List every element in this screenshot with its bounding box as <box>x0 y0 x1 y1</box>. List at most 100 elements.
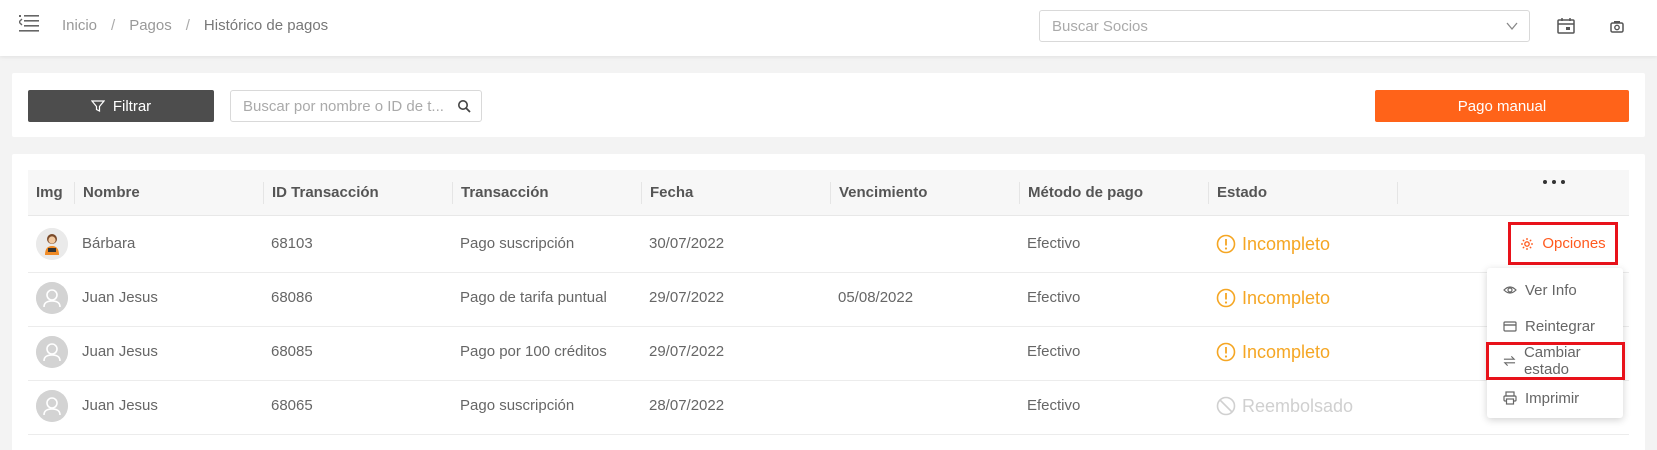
avatar <box>36 282 68 314</box>
breadcrumb: Inicio / Pagos / Histórico de pagos <box>62 17 328 34</box>
filter-button-label: Filtrar <box>112 97 152 115</box>
gear-icon <box>1521 237 1534 250</box>
breadcrumb-current: Histórico de pagos <box>203 17 329 34</box>
cell-transaction-id: 68085 <box>271 343 313 360</box>
status-label: Incompleto <box>1242 287 1331 308</box>
options-button-label: Opciones <box>1542 235 1606 252</box>
table-header: Img Nombre ID Transacción Transacción Fe… <box>28 170 1629 216</box>
avatar <box>36 336 68 368</box>
calendar-icon[interactable] <box>1556 16 1576 36</box>
status-badge: Incompleto <box>1216 216 1330 272</box>
column-divider <box>263 182 264 204</box>
status-badge: Incompleto <box>1216 324 1330 380</box>
user-placeholder-icon <box>36 390 68 422</box>
avatar <box>36 228 68 260</box>
cell-date: 30/07/2022 <box>649 235 725 252</box>
cell-transaction: Pago de tarifa puntual <box>460 289 607 306</box>
avatar <box>36 390 68 422</box>
cell-payment-method: Efectivo <box>1027 343 1081 360</box>
status-badge: Incompleto <box>1216 270 1330 326</box>
column-header-transaction[interactable]: Transacción <box>461 170 549 216</box>
warning-circle-icon <box>1216 342 1236 362</box>
cell-date: 29/07/2022 <box>649 289 725 306</box>
cell-date: 29/07/2022 <box>649 343 725 360</box>
camera-icon[interactable] <box>1607 16 1627 36</box>
column-divider <box>1208 182 1209 204</box>
eye-icon <box>1503 286 1517 294</box>
cell-transaction-id: 68103 <box>271 235 313 252</box>
user-photo-icon <box>36 228 68 260</box>
column-divider <box>74 182 75 204</box>
status-label: Reembolsado <box>1242 395 1354 416</box>
warning-circle-icon <box>1216 288 1236 308</box>
cell-transaction: Pago suscripción <box>460 235 575 252</box>
cell-payment-method: Efectivo <box>1027 289 1081 306</box>
breadcrumb-separator: / <box>185 17 190 34</box>
column-divider <box>641 182 642 204</box>
column-divider <box>1019 182 1020 204</box>
breadcrumb-home[interactable]: Inicio <box>62 17 97 34</box>
menu-item-refund[interactable]: Reintegrar <box>1487 308 1623 344</box>
column-header-status[interactable]: Estado <box>1217 170 1267 216</box>
transaction-search-input[interactable] <box>231 91 453 121</box>
menu-item-label: Ver Info <box>1525 281 1577 299</box>
column-divider <box>830 182 831 204</box>
status-label: Incompleto <box>1242 233 1331 254</box>
table-row[interactable]: Bárbara 68103 Pago suscripción 30/07/202… <box>28 216 1629 273</box>
cell-name: Juan Jesus <box>82 343 158 360</box>
cell-transaction: Pago suscripción <box>460 397 575 414</box>
cell-date: 28/07/2022 <box>649 397 725 414</box>
menu-collapse-icon[interactable] <box>19 14 39 32</box>
cell-payment-method: Efectivo <box>1027 397 1081 414</box>
row-actions-menu: Ver Info Reintegrar Cambiar estado Impri… <box>1486 268 1625 418</box>
status-badge: Reembolsado <box>1216 378 1353 434</box>
swap-arrows-icon <box>1503 355 1516 367</box>
ban-icon <box>1216 396 1236 416</box>
column-header-img: Img <box>36 184 63 201</box>
cell-transaction-id: 68086 <box>271 289 313 306</box>
cell-name: Juan Jesus <box>82 397 158 414</box>
search-icon[interactable] <box>457 99 471 113</box>
chevron-down-icon[interactable] <box>1505 19 1519 33</box>
breadcrumb-separator: / <box>111 17 116 34</box>
menu-item-print[interactable]: Imprimir <box>1487 380 1623 416</box>
more-options-icon[interactable] <box>1540 178 1568 186</box>
filter-icon <box>90 100 105 112</box>
warning-circle-icon <box>1216 234 1236 254</box>
column-header-payment-method[interactable]: Método de pago <box>1028 170 1143 216</box>
user-placeholder-icon <box>36 336 68 368</box>
filter-button[interactable]: Filtrar <box>28 90 214 122</box>
table-row[interactable]: Juan Jesus 68086 Pago de tarifa puntual … <box>28 270 1629 327</box>
manual-payment-button[interactable]: Pago manual <box>1375 90 1629 122</box>
cell-transaction-id: 68065 <box>271 397 313 414</box>
cell-payment-method: Efectivo <box>1027 235 1081 252</box>
column-divider <box>452 182 453 204</box>
table-row[interactable]: Juan Jesus 68065 Pago suscripción 28/07/… <box>28 378 1629 435</box>
member-search-input[interactable] <box>1040 11 1480 41</box>
cell-transaction: Pago por 100 créditos <box>460 343 607 360</box>
cell-due-date: 05/08/2022 <box>838 289 914 306</box>
printer-icon <box>1503 391 1517 405</box>
column-header-transaction-id[interactable]: ID Transacción <box>272 170 379 216</box>
menu-item-label: Reintegrar <box>1525 317 1596 335</box>
filter-bar: Filtrar Pago manual <box>12 73 1645 137</box>
status-label: Incompleto <box>1242 341 1331 362</box>
cell-name: Bárbara <box>82 235 136 252</box>
column-header-name[interactable]: Nombre <box>83 170 140 216</box>
member-search-select[interactable] <box>1039 10 1530 42</box>
credit-card-icon <box>1503 321 1517 332</box>
user-placeholder-icon <box>36 282 68 314</box>
table-row[interactable]: Juan Jesus 68085 Pago por 100 créditos 2… <box>28 324 1629 381</box>
menu-item-label: Imprimir <box>1525 389 1580 407</box>
options-button[interactable]: Opciones <box>1508 222 1618 265</box>
transaction-search[interactable] <box>230 90 482 122</box>
column-divider <box>1397 182 1398 204</box>
top-bar: Inicio / Pagos / Histórico de pagos <box>0 0 1657 56</box>
menu-item-label: Cambiar estado <box>1523 344 1581 378</box>
breadcrumb-payments[interactable]: Pagos <box>129 17 172 34</box>
column-header-date[interactable]: Fecha <box>650 170 693 216</box>
menu-item-change-status[interactable]: Cambiar estado <box>1486 342 1625 380</box>
cell-name: Juan Jesus <box>82 289 158 306</box>
column-header-due-date[interactable]: Vencimiento <box>839 170 927 216</box>
menu-item-view-info[interactable]: Ver Info <box>1487 272 1623 308</box>
